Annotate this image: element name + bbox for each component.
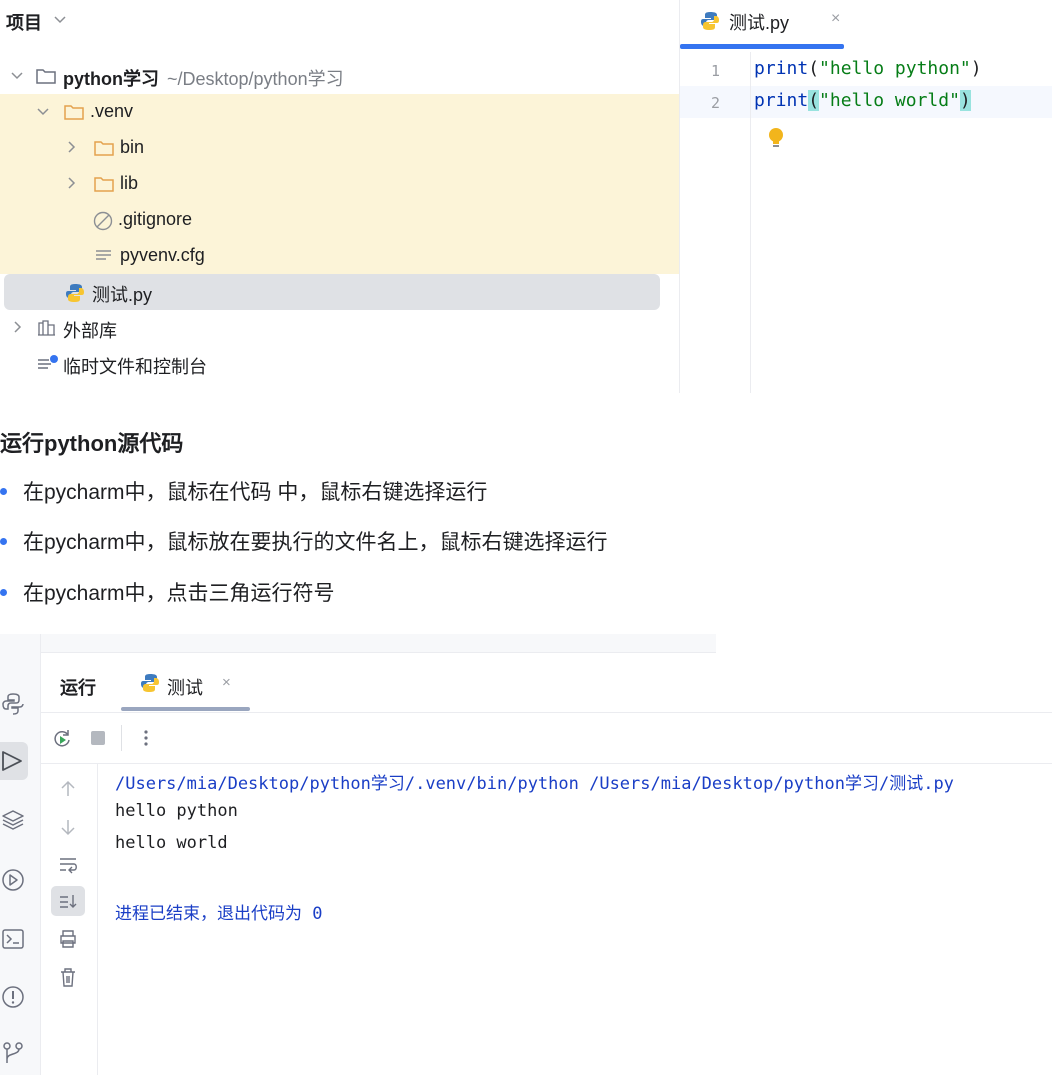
root-path: ~/Desktop/python学习 xyxy=(167,69,344,89)
console-command-line: /Users/mia/Desktop/python学习/.venv/bin/py… xyxy=(115,774,954,794)
run-tab-label: 测试 xyxy=(167,678,203,698)
folder-icon xyxy=(36,69,56,84)
run-window-title: 运行 xyxy=(60,678,96,698)
bullet-dot xyxy=(0,538,7,545)
console-output-line: hello world xyxy=(115,833,228,853)
code-editor[interactable]: 测试.py × 1 print("hello python") 2 print(… xyxy=(679,0,1052,393)
code-fn: print xyxy=(754,58,809,79)
rerun-icon[interactable] xyxy=(51,727,73,749)
code-fn: print xyxy=(754,90,809,111)
tree-item-label: .venv xyxy=(90,101,134,121)
arrow-up-icon[interactable] xyxy=(57,778,79,800)
tree-item-bin[interactable]: bin xyxy=(0,130,679,166)
project-title[interactable]: 项目 xyxy=(6,9,42,35)
run-tool-window: 运行 测试 × /Users/mia/Desktop/python学习/.ven… xyxy=(0,634,1052,1075)
library-icon xyxy=(38,320,55,336)
more-options-icon[interactable] xyxy=(136,727,156,749)
root-name: python学习 xyxy=(63,69,159,89)
editor-tab-indicator xyxy=(680,44,844,49)
layers-icon[interactable] xyxy=(0,807,26,833)
print-icon[interactable] xyxy=(57,928,79,950)
chevron-down-icon[interactable] xyxy=(10,68,24,82)
tree-item-pyvenv[interactable]: pyvenv.cfg xyxy=(0,238,679,274)
tree-item-label: 临时文件和控制台 xyxy=(63,357,207,377)
tree-item-label: 外部库 xyxy=(63,321,117,341)
chevron-right-icon[interactable] xyxy=(64,140,78,154)
soft-wrap-icon[interactable] xyxy=(57,854,79,876)
code-string: "hello world" xyxy=(819,90,960,111)
tree-item-label: pyvenv.cfg xyxy=(120,245,205,265)
lightbulb-icon[interactable] xyxy=(767,126,785,152)
project-header[interactable]: 项目 xyxy=(0,0,679,44)
bullet-text: 在pycharm中，点击三角运行符号 xyxy=(23,582,335,605)
tree-item-test-py[interactable]: 测试.py xyxy=(4,274,660,310)
chevron-down-icon[interactable] xyxy=(36,104,50,118)
tree-item-external-libs[interactable]: 外部库 xyxy=(0,310,679,346)
run-header: 运行 测试 × xyxy=(41,652,1052,713)
code-line[interactable]: print("hello world") xyxy=(754,90,971,111)
run-window-top-edge xyxy=(40,634,716,653)
notes-title: 运行python源代码 xyxy=(0,431,184,456)
services-icon[interactable] xyxy=(0,867,26,893)
tree-item-label: 测试.py xyxy=(92,285,153,305)
folder-icon xyxy=(94,141,114,156)
git-icon[interactable] xyxy=(0,1040,26,1066)
tree-item-label: bin xyxy=(120,137,145,157)
tree-item-label: .gitignore xyxy=(118,209,193,229)
code-string: "hello python" xyxy=(819,58,971,79)
chevron-down-icon[interactable] xyxy=(53,12,67,26)
project-panel: 项目 python学习 ~/Desktop/python学习 .venv bin … xyxy=(0,0,679,393)
python-file-icon xyxy=(701,12,719,30)
tree-item-venv[interactable]: .venv xyxy=(0,94,679,130)
run-tab[interactable]: 测试 × xyxy=(121,652,250,712)
tree-item-scratches[interactable]: 临时文件和控制台 xyxy=(0,346,679,382)
python-file-icon xyxy=(141,674,159,692)
code-open-paren: ( xyxy=(808,90,820,111)
python-console-icon[interactable] xyxy=(0,691,26,717)
close-icon[interactable]: × xyxy=(222,674,231,691)
folder-icon xyxy=(94,177,114,192)
stop-icon[interactable] xyxy=(88,728,108,748)
console-actions xyxy=(41,764,98,1075)
gutter-divider xyxy=(750,52,751,393)
close-icon[interactable]: × xyxy=(831,10,840,28)
editor-tab-label: 测试.py xyxy=(729,13,790,33)
bullet-text: 在pycharm中，鼠标在代码 中，鼠标右键选择运行 xyxy=(23,481,488,504)
tree-item-lib[interactable]: lib xyxy=(0,166,679,202)
trash-icon[interactable] xyxy=(57,966,79,988)
run-icon[interactable] xyxy=(0,748,26,774)
code-line[interactable]: print("hello python") xyxy=(754,58,982,79)
console-output-line: hello python xyxy=(115,801,238,821)
problems-icon[interactable] xyxy=(0,984,26,1010)
line-number: 1 xyxy=(710,62,720,80)
python-file-icon xyxy=(66,284,84,302)
chevron-right-icon[interactable] xyxy=(64,176,78,190)
tree-item-root[interactable]: python学习 ~/Desktop/python学习 xyxy=(0,58,679,94)
console-exit-line: 进程已结束，退出代码为 0 xyxy=(115,904,323,924)
folder-icon xyxy=(64,105,84,120)
tree-item-gitignore[interactable]: .gitignore xyxy=(0,202,679,238)
run-toolbar xyxy=(41,713,1052,764)
bullet-text: 在pycharm中，鼠标放在要执行的文件名上，鼠标右键选择运行 xyxy=(23,531,608,554)
bullet-dot xyxy=(0,488,7,495)
scroll-to-end-icon[interactable] xyxy=(57,890,79,912)
tool-window-strip xyxy=(0,634,41,1075)
chevron-right-icon[interactable] xyxy=(10,320,24,334)
tree-item-label: lib xyxy=(120,173,139,193)
scratches-icon xyxy=(38,355,58,369)
ignored-file-icon xyxy=(93,211,113,231)
arrow-down-icon[interactable] xyxy=(57,816,79,838)
run-tab-indicator xyxy=(121,707,250,711)
tree-root-label: python学习 ~/Desktop/python学习 xyxy=(63,65,344,91)
bullet-dot xyxy=(0,589,7,596)
line-number: 2 xyxy=(710,94,720,112)
toolbar-separator xyxy=(121,725,122,751)
code-close-paren: ) xyxy=(959,90,971,111)
code-open-paren: ( xyxy=(808,58,820,79)
code-close-paren: ) xyxy=(970,58,982,79)
terminal-icon[interactable] xyxy=(0,926,26,952)
text-file-icon xyxy=(96,250,111,260)
